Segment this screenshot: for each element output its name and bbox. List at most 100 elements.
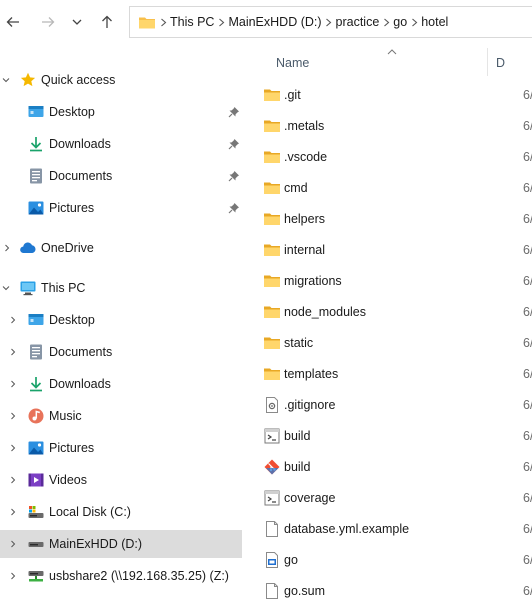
column-header-date[interactable]: D: [496, 56, 505, 70]
nav-label: OneDrive: [41, 241, 94, 255]
desktop-icon: [27, 103, 45, 121]
pin-icon[interactable]: [228, 170, 240, 182]
breadcrumb-practice[interactable]: practice: [336, 15, 380, 29]
file-name: go.sum: [284, 584, 325, 598]
breadcrumb-this-pc[interactable]: This PC: [170, 15, 214, 29]
chevron-right-icon[interactable]: [7, 378, 19, 390]
nav-pc-usbshare2[interactable]: usbshare2 (\\192.168.35.25) (Z:): [0, 562, 242, 590]
chevron-right-icon[interactable]: [7, 410, 19, 422]
nav-pc-mainexhdd[interactable]: MainExHDD (D:): [0, 530, 242, 558]
file-row[interactable]: internal 6/: [244, 236, 532, 264]
back-button[interactable]: [2, 11, 24, 33]
chevron-right-icon[interactable]: [7, 570, 19, 582]
sort-ascending-icon: [387, 49, 397, 55]
recent-locations-button[interactable]: [66, 11, 88, 33]
file-date: 6/: [523, 336, 532, 350]
nav-pc-pictures[interactable]: Pictures: [0, 434, 242, 462]
nav-label: Desktop: [49, 313, 95, 327]
nav-pc-documents[interactable]: Documents: [0, 338, 242, 366]
file-row[interactable]: database.yml.example 6/: [244, 515, 532, 543]
file-name: .gitignore: [284, 398, 336, 412]
folder-icon: [263, 148, 281, 166]
file-row[interactable]: templates 6/: [244, 360, 532, 388]
column-divider[interactable]: [487, 48, 488, 76]
script-file-icon: [263, 489, 281, 507]
file-row[interactable]: .gitignore 6/: [244, 391, 532, 419]
nav-label: usbshare2 (\\192.168.35.25) (Z:): [49, 569, 229, 583]
file-row[interactable]: .vscode 6/: [244, 143, 532, 171]
breadcrumb-go[interactable]: go: [393, 15, 407, 29]
file-row[interactable]: helpers 6/: [244, 205, 532, 233]
file-row[interactable]: static 6/: [244, 329, 532, 357]
local-disk-icon: [27, 503, 45, 521]
nav-pc-music[interactable]: Music: [0, 402, 242, 430]
pin-icon[interactable]: [228, 106, 240, 118]
file-row[interactable]: go.sum 6/: [244, 577, 532, 605]
nav-label: Pictures: [49, 441, 95, 455]
nav-label: Documents: [49, 169, 113, 183]
file-row[interactable]: build 6/: [244, 453, 532, 481]
nav-label: Quick access: [41, 73, 116, 87]
forward-button[interactable]: [37, 11, 59, 33]
file-name: templates: [284, 367, 339, 381]
file-row[interactable]: build 6/: [244, 422, 532, 450]
chevron-right-icon[interactable]: [7, 442, 19, 454]
file-date: 6/: [523, 460, 532, 474]
nav-quick-access[interactable]: Quick access: [0, 66, 242, 94]
address-bar[interactable]: This PC MainExHDD (D:) practice go hotel: [129, 6, 532, 38]
breadcrumb-separator-icon: [322, 7, 336, 37]
file-date: 6/: [523, 398, 532, 412]
nav-quick-documents[interactable]: Documents: [0, 162, 242, 190]
pin-icon[interactable]: [228, 202, 240, 214]
file-date: 6/: [523, 367, 532, 381]
chevron-down-icon[interactable]: [0, 282, 12, 294]
chevron-right-icon[interactable]: [7, 538, 19, 550]
file-name: go: [284, 553, 298, 567]
folder-icon: [263, 241, 281, 259]
up-button[interactable]: [96, 11, 118, 33]
chevron-down-icon[interactable]: [0, 74, 12, 86]
file-date: 6/: [523, 181, 532, 195]
nav-label: Local Disk (C:): [49, 505, 131, 519]
nav-pc-local-disk[interactable]: Local Disk (C:): [0, 498, 242, 526]
chevron-right-icon[interactable]: [7, 314, 19, 326]
file-row[interactable]: coverage 6/: [244, 484, 532, 512]
breadcrumb-hotel[interactable]: hotel: [421, 15, 448, 29]
file-date: 6/: [523, 150, 532, 164]
nav-onedrive[interactable]: OneDrive: [0, 234, 242, 262]
nav-label: Videos: [49, 473, 87, 487]
folder-icon: [263, 334, 281, 352]
nav-pc-videos[interactable]: Videos: [0, 466, 242, 494]
nav-label: Downloads: [49, 137, 111, 151]
file-row[interactable]: node_modules 6/: [244, 298, 532, 326]
nav-this-pc[interactable]: This PC: [0, 274, 242, 302]
file-date: 6/: [523, 274, 532, 288]
chevron-right-icon[interactable]: [1, 242, 13, 254]
file-row[interactable]: .metals 6/: [244, 112, 532, 140]
breadcrumb-separator-icon: [156, 7, 170, 37]
chevron-right-icon[interactable]: [7, 346, 19, 358]
file-row[interactable]: cmd 6/: [244, 174, 532, 202]
star-icon: [19, 71, 37, 89]
nav-quick-pictures[interactable]: Pictures: [0, 194, 242, 222]
file-row[interactable]: go 6/: [244, 546, 532, 574]
music-icon: [27, 407, 45, 425]
desktop-icon: [27, 311, 45, 329]
navigation-toolbar: This PC MainExHDD (D:) practice go hotel: [0, 0, 532, 44]
file-name: helpers: [284, 212, 325, 226]
nav-pc-downloads[interactable]: Downloads: [0, 370, 242, 398]
nav-pc-desktop[interactable]: Desktop: [0, 306, 242, 334]
breadcrumb-mainexhdd[interactable]: MainExHDD (D:): [228, 15, 321, 29]
drive-icon: [27, 535, 45, 553]
blank-file-icon: [263, 520, 281, 538]
chevron-right-icon[interactable]: [7, 474, 19, 486]
file-date: 6/: [523, 305, 532, 319]
nav-quick-downloads[interactable]: Downloads: [0, 130, 242, 158]
nav-quick-desktop[interactable]: Desktop: [0, 98, 242, 126]
chevron-right-icon[interactable]: [7, 506, 19, 518]
file-row[interactable]: .git 6/: [244, 81, 532, 109]
pin-icon[interactable]: [228, 138, 240, 150]
file-row[interactable]: migrations 6/: [244, 267, 532, 295]
cloud-icon: [19, 239, 37, 257]
column-header-name[interactable]: Name: [276, 56, 309, 70]
